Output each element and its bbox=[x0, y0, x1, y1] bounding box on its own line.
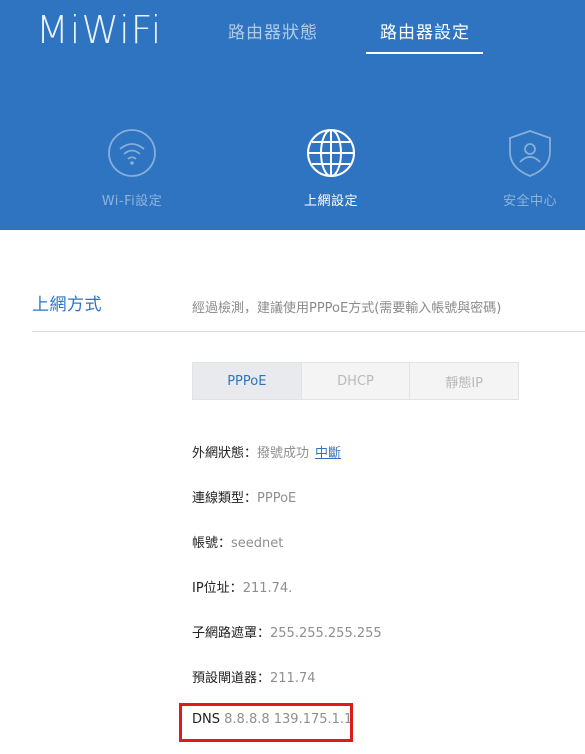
gateway-row: 預設閘道器：211.74 bbox=[192, 667, 316, 686]
ip-row: IP位址：211.74. bbox=[192, 577, 292, 596]
active-tab-underline bbox=[366, 52, 483, 54]
icon-tab-security-center[interactable]: 安全中心 bbox=[460, 128, 585, 209]
ip-value: 211.74. bbox=[242, 581, 293, 596]
subnet-row: 子網路遮罩：255.255.255.255 bbox=[192, 622, 382, 641]
wifi-icon bbox=[108, 129, 156, 177]
subnet-value: 255.255.255.255 bbox=[270, 626, 382, 641]
wan-status-row: 外網狀態：撥號成功 中斷 bbox=[192, 442, 341, 461]
icon-tab-label: 上網設定 bbox=[303, 194, 358, 209]
subnet-label: 子網路遮罩： bbox=[192, 626, 271, 641]
connection-type-row: 連線類型：PPPoE bbox=[192, 487, 296, 506]
gateway-value: 211.74 bbox=[270, 671, 316, 686]
account-value: seednet bbox=[231, 536, 284, 551]
icon-tab-label: Wi-Fi設定 bbox=[101, 194, 163, 209]
gateway-label: 預設閘道器： bbox=[192, 671, 271, 686]
shield-user-icon bbox=[509, 130, 551, 177]
top-header: MiWiFi 路由器狀態 路由器設定 Wi-Fi設定 上網設定 安全中心 bbox=[0, 0, 585, 230]
globe-icon bbox=[307, 129, 355, 177]
section-description: 經過檢測，建議使用PPPoE方式(需要輸入帳號與密碼) bbox=[192, 301, 502, 316]
option-dhcp[interactable]: DHCP bbox=[300, 363, 410, 399]
option-static-ip[interactable]: 靜態IP bbox=[409, 363, 518, 399]
wan-status-label: 外網狀態： bbox=[192, 446, 258, 461]
account-row: 帳號：seednet bbox=[192, 532, 283, 551]
tab-router-settings[interactable]: 路由器設定 bbox=[380, 18, 470, 43]
conn-type-label: 連線類型： bbox=[192, 491, 258, 506]
ip-label: IP位址： bbox=[192, 581, 243, 596]
section-divider bbox=[32, 331, 585, 332]
connection-type-selector: PPPoE DHCP 靜態IP bbox=[192, 362, 519, 400]
miwifi-logo: MiWiFi bbox=[36, 8, 163, 52]
dns-highlight-box bbox=[179, 703, 353, 742]
wan-status-value: 撥號成功 bbox=[257, 446, 310, 461]
disconnect-link[interactable]: 中斷 bbox=[315, 446, 341, 461]
account-label: 帳號： bbox=[192, 536, 232, 551]
tab-router-status[interactable]: 路由器狀態 bbox=[228, 18, 318, 43]
option-pppoe[interactable]: PPPoE bbox=[193, 363, 301, 399]
conn-type-value: PPPoE bbox=[257, 491, 297, 506]
icon-tab-label: 安全中心 bbox=[502, 194, 557, 209]
icon-tab-wifi-settings[interactable]: Wi-Fi設定 bbox=[62, 128, 202, 209]
section-title: 上網方式 bbox=[32, 295, 102, 315]
icon-tab-internet-settings[interactable]: 上網設定 bbox=[261, 128, 401, 209]
